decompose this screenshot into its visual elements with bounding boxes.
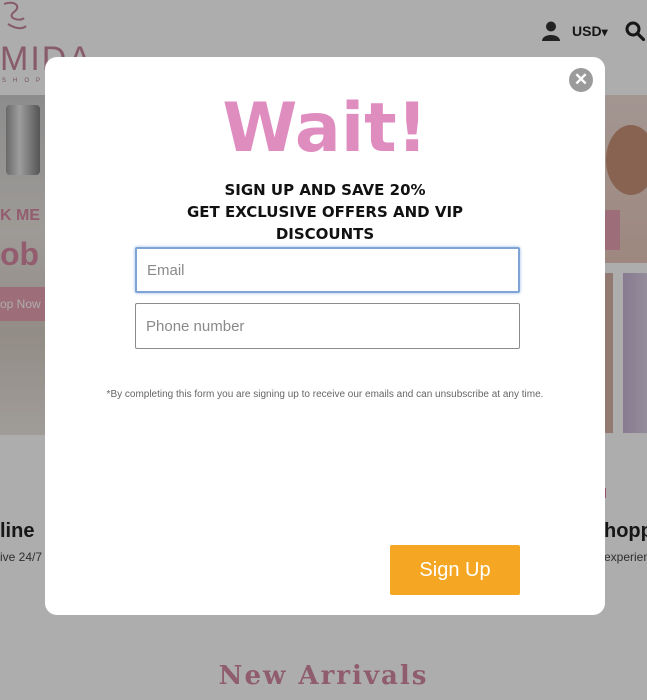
email-field[interactable]: [135, 247, 520, 293]
offer-line: GET EXCLUSIVE OFFERS AND VIP: [186, 203, 464, 221]
popup-title: Wait!: [222, 89, 428, 168]
disclaimer-text: *By completing this form you are signing…: [106, 389, 544, 400]
offer-text: SIGN UP AND SAVE 20% GET EXCLUSIVE OFFER…: [45, 179, 605, 245]
sign-up-button[interactable]: Sign Up: [390, 545, 520, 595]
signup-popup: ✕ Wait! SIGN UP AND SAVE 20% GET EXCLUSI…: [45, 57, 605, 615]
offer-line: SIGN UP AND SAVE 20%: [224, 181, 426, 199]
phone-field[interactable]: [135, 303, 520, 349]
offer-line: DISCOUNTS: [275, 225, 375, 243]
